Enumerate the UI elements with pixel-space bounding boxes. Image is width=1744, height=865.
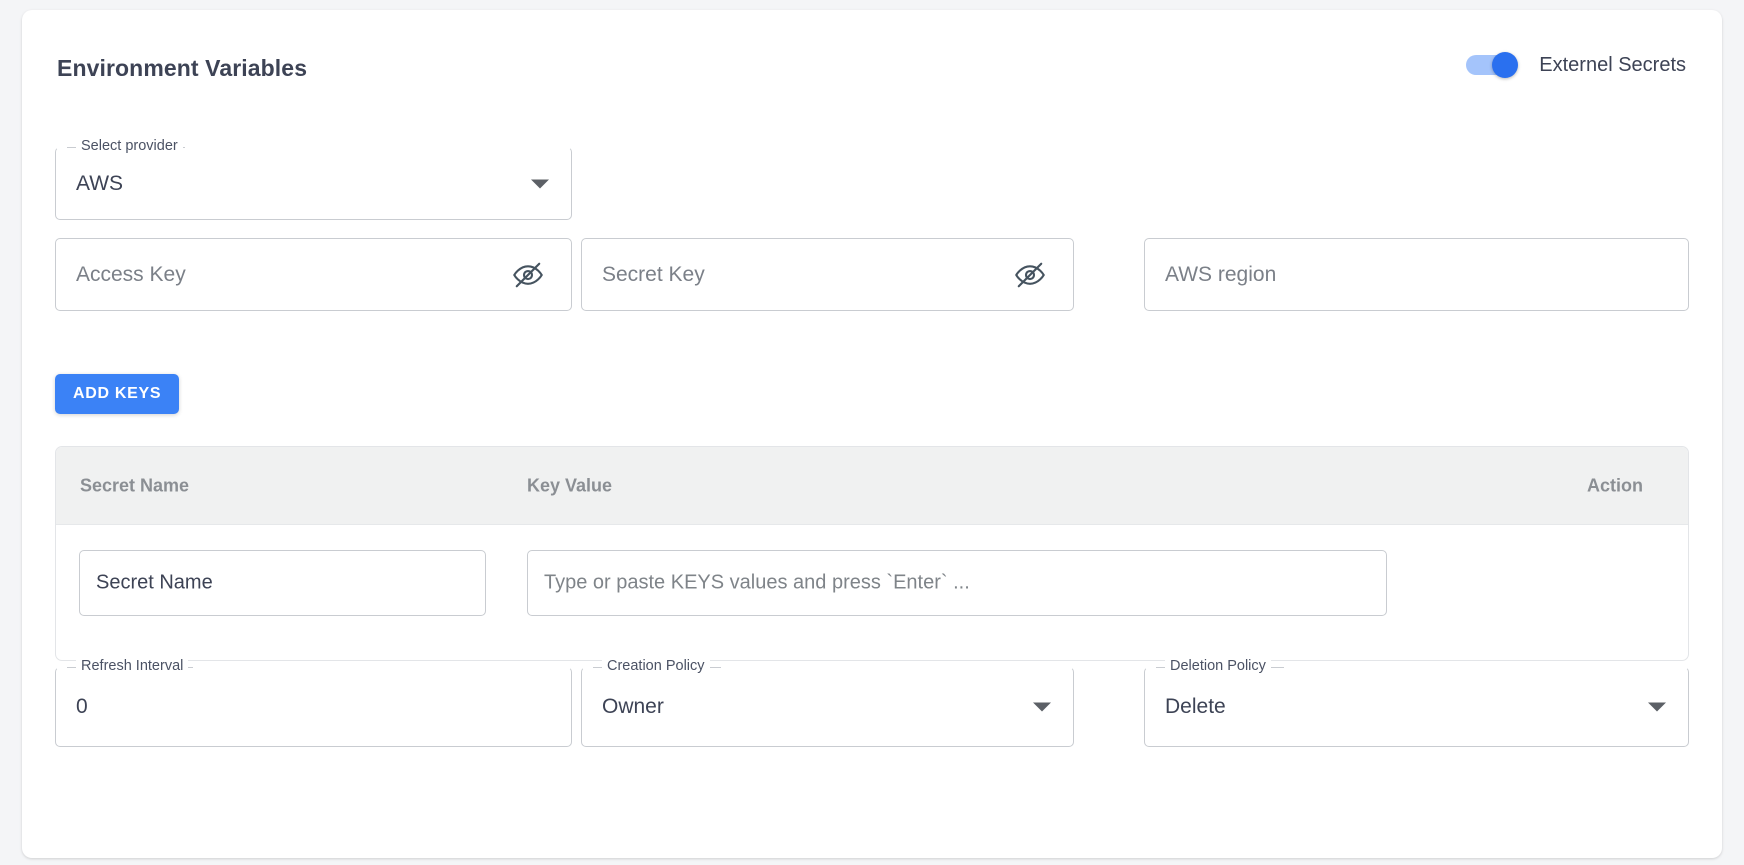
refresh-interval-label: Refresh Interval — [76, 658, 189, 674]
deletion-policy-field[interactable]: Deletion Policy Delete — [1144, 658, 1689, 747]
secret-name-placeholder: Secret Name — [96, 571, 213, 594]
page-title: Environment Variables — [57, 55, 308, 81]
chevron-down-icon[interactable] — [1033, 702, 1051, 712]
add-keys-button[interactable]: ADD KEYS — [55, 374, 180, 414]
table-header-row: Secret Name Key Value Action — [56, 447, 1688, 525]
key-value-placeholder: Type or paste KEYS values and press `Ent… — [544, 571, 970, 594]
select-provider-field[interactable]: Select provider AWS — [55, 138, 572, 220]
select-provider-label: Select provider — [76, 138, 183, 154]
toggle-thumb — [1492, 52, 1519, 78]
access-key-field[interactable]: Access Key — [55, 238, 572, 311]
secret-key-placeholder: Secret Key — [602, 262, 705, 286]
environment-variables-page: Environment Variables Externel Secrets S… — [0, 0, 1744, 865]
aws-region-placeholder: AWS region — [1165, 262, 1277, 286]
external-secrets-toggle-group: Externel Secrets — [1466, 52, 1686, 78]
environment-variables-card: Environment Variables Externel Secrets S… — [22, 10, 1722, 858]
deletion-policy-value: Delete — [1165, 695, 1226, 718]
column-header-action: Action — [1587, 475, 1643, 495]
refresh-interval-field[interactable]: Refresh Interval 0 — [55, 658, 572, 747]
deletion-policy-label: Deletion Policy — [1165, 658, 1271, 674]
secret-name-input[interactable]: Secret Name — [79, 550, 486, 616]
external-secrets-toggle-label: Externel Secrets — [1539, 53, 1686, 76]
select-provider-value: AWS — [76, 171, 124, 195]
refresh-interval-value: 0 — [76, 695, 88, 718]
creation-policy-label: Creation Policy — [602, 658, 710, 674]
creation-policy-field[interactable]: Creation Policy Owner — [581, 658, 1074, 747]
external-secrets-toggle[interactable] — [1466, 52, 1524, 78]
key-value-input[interactable]: Type or paste KEYS values and press `Ent… — [527, 550, 1387, 616]
column-header-key-value: Key Value — [527, 475, 613, 495]
eye-off-icon[interactable] — [1015, 260, 1045, 290]
table-row: Secret Name Type or paste KEYS values an… — [56, 525, 1688, 660]
secret-key-field[interactable]: Secret Key — [581, 238, 1074, 311]
secrets-table: Secret Name Key Value Action Secret Name… — [55, 446, 1689, 661]
aws-region-field[interactable]: AWS region — [1144, 238, 1689, 311]
eye-off-icon[interactable] — [513, 260, 543, 290]
access-key-placeholder: Access Key — [76, 262, 186, 286]
chevron-down-icon[interactable] — [531, 179, 549, 188]
chevron-down-icon[interactable] — [1648, 702, 1666, 712]
column-header-secret-name: Secret Name — [80, 475, 190, 495]
creation-policy-value: Owner — [602, 695, 664, 718]
